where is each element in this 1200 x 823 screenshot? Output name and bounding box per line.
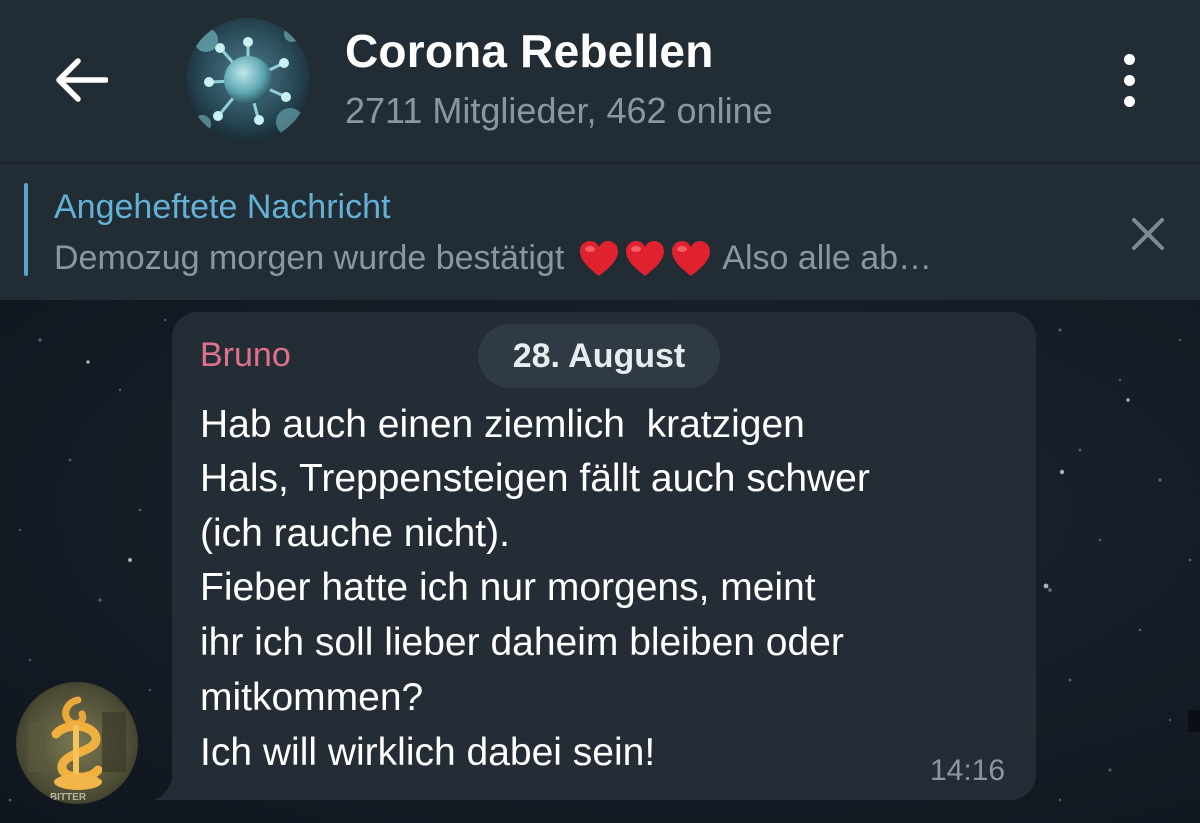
virus-image (186, 18, 310, 142)
scroll-edge-mark (1188, 710, 1200, 732)
red-heart-icon (626, 240, 665, 276)
chat-header: Corona Rebellen 2711 Mitglieder, 462 onl… (0, 0, 1200, 162)
chat-title[interactable]: Corona Rebellen (345, 24, 714, 78)
message-time: 14:16 (930, 754, 1006, 787)
message-text-line: Ich will wirklich dabei sein! (200, 731, 656, 774)
message-text-line: Fieber hatte ich nur morgens, meint (200, 566, 816, 609)
message-text-line: Hab auch einen ziemlich kratzigen (200, 403, 805, 446)
more-vertical-icon-dot (1123, 53, 1135, 65)
more-options-button[interactable] (1104, 50, 1154, 110)
message-text-line: Hals, Treppensteigen fällt auch schwer (200, 457, 870, 500)
member-count: 2711 Mitglieder, 462 online (345, 90, 773, 131)
pinned-message[interactable]: Angeheftete Nachricht Demozug morgen wur… (0, 164, 1200, 300)
pinned-accent-bar (24, 183, 28, 276)
group-avatar[interactable] (186, 18, 310, 142)
arrow-left-icon (56, 58, 108, 102)
red-heart-icon (580, 240, 619, 276)
message-text-line: mitkommen? (200, 676, 424, 719)
more-vertical-icon-dot (1123, 95, 1135, 107)
date-badge: 28. August (478, 324, 720, 388)
chat-screen: Corona Rebellen 2711 Mitglieder, 462 onl… (0, 0, 1200, 823)
sender-avatar-image: BITTER (16, 682, 138, 804)
pinned-text-after: Also alle ab… (722, 239, 933, 277)
pinned-preview: Demozug morgen wurde bestätigt Also alle… (54, 239, 932, 278)
close-pinned-button[interactable] (1122, 208, 1174, 260)
pinned-text-before: Demozug morgen wurde bestätigt (54, 239, 565, 277)
more-vertical-icon-dot (1123, 74, 1135, 86)
message-text-line: ihr ich soll lieber daheim bleiben oder (200, 621, 844, 664)
sender-name[interactable]: Bruno (200, 336, 291, 375)
heart-emojis (578, 240, 712, 278)
pinned-title: Angeheftete Nachricht (54, 188, 391, 226)
back-button[interactable] (48, 47, 114, 113)
message-text-line: (ich rauche nicht). (200, 512, 510, 555)
close-icon (1132, 218, 1164, 250)
red-heart-icon (672, 240, 711, 276)
sender-avatar[interactable]: BITTER (16, 682, 138, 804)
